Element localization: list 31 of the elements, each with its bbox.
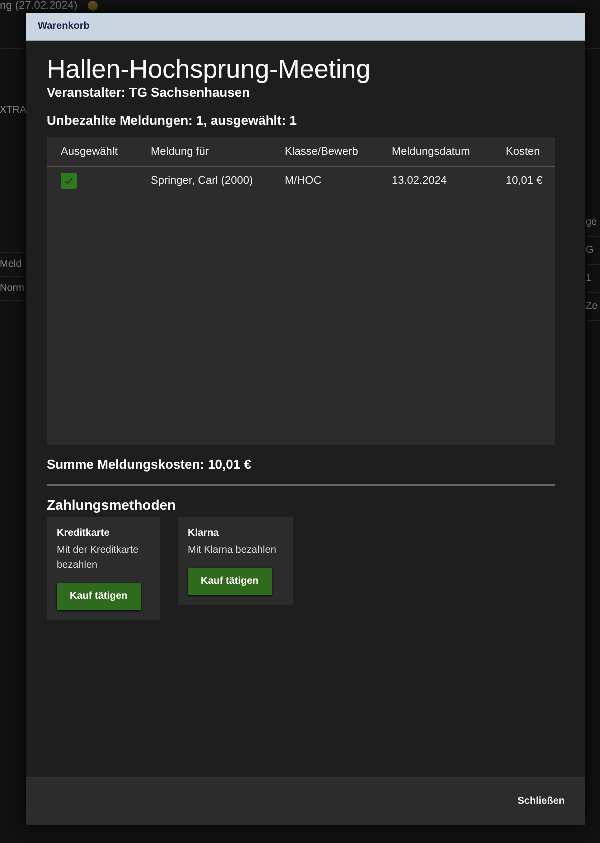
- column-header: Meldung für: [151, 144, 210, 160]
- column-header: Klasse/Bewerb: [285, 144, 360, 160]
- organizer-text: Veranstalter: TG Sachsenhausen: [47, 85, 252, 100]
- table-cell-text: 13.02.2024: [392, 174, 448, 189]
- background-text: XTRA: [0, 105, 25, 116]
- background-text: Norm: [0, 277, 25, 301]
- buy-button[interactable]: Kauf tätigen: [57, 583, 141, 610]
- column-header: Meldungsdatum: [392, 144, 472, 160]
- background-text: ge: [586, 209, 600, 237]
- close-button[interactable]: Schließen: [512, 795, 571, 808]
- card-description: Mit der Kreditkarte bezahlen: [57, 544, 140, 573]
- table-cell-text: 10,01 €: [506, 174, 544, 189]
- table-cell-text: M/HOC: [285, 174, 323, 189]
- table-cell-text: Springer, Carl (2000): [151, 174, 254, 189]
- total-text: Summe Meldungskosten: 10,01 €: [47, 457, 555, 486]
- card-description: Mit Klarna bezahlen: [188, 544, 278, 558]
- checkbox[interactable]: [61, 173, 77, 189]
- buy-button[interactable]: Kauf tätigen: [188, 568, 272, 595]
- background-text: Ze: [586, 293, 600, 321]
- background-text: Meld: [0, 252, 25, 277]
- column-header: Kosten: [506, 144, 542, 160]
- summary-text: Unbezahlte Meldungen: 1, ausgewählt: 1: [47, 113, 298, 128]
- card-title: Kreditkarte: [57, 528, 111, 539]
- column-header: Ausgewählt: [61, 144, 119, 160]
- page-title: ng (27.02.2024): [0, 0, 78, 12]
- background-text: 1: [586, 265, 600, 293]
- section-heading: Zahlungsmethoden: [47, 497, 178, 513]
- event-title: Hallen-Hochsprung-Meeting: [47, 53, 372, 85]
- background-text: G: [586, 237, 600, 265]
- dialog-title: Warenkorb: [38, 21, 90, 32]
- card-title: Klarna: [188, 528, 220, 539]
